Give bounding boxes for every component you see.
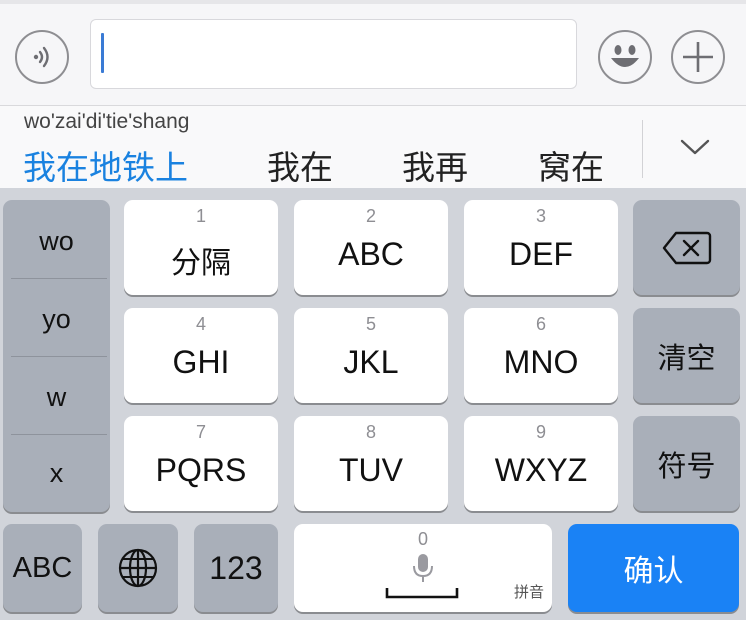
numbers-key-label: 123 [209, 549, 263, 586]
confirm-button-label: 确认 [623, 554, 684, 589]
key-label: MNO [503, 344, 579, 380]
clear-key[interactable]: 清空 [633, 308, 740, 403]
key-number: 6 [535, 314, 546, 334]
voice-input-button[interactable] [15, 30, 69, 84]
add-button[interactable] [671, 30, 725, 84]
pinyin-suggestion[interactable]: yo [3, 280, 110, 358]
candidate-item[interactable]: 我再 [402, 141, 468, 189]
key-number: 2 [365, 206, 376, 226]
pinyin-suggestion[interactable]: w [3, 358, 110, 436]
message-text-field[interactable] [90, 19, 577, 89]
candidate-item[interactable]: 我在 [267, 141, 333, 189]
key-label: TUV [339, 452, 403, 488]
symbols-key[interactable]: 符号 [633, 416, 740, 511]
divider [11, 278, 107, 279]
voice-input-icon [33, 46, 49, 68]
pinyin-suggestion-column: wo yo w x [3, 200, 110, 512]
divider [11, 356, 107, 357]
key-number: 5 [365, 314, 376, 334]
emoji-icon [611, 45, 639, 67]
candidate-bar: wo'zai'di'tie'shang 我在地铁上 我在 我再 窝在 [0, 105, 746, 188]
abc-key[interactable]: ABC [3, 524, 82, 612]
expand-candidates-button[interactable] [643, 106, 746, 188]
key-number: 3 [535, 206, 546, 226]
space-key-label: 拼音 [513, 583, 544, 601]
key-8-tuv[interactable]: 8 TUV [294, 416, 448, 511]
emoji-button[interactable] [598, 30, 652, 84]
key-number: 1 [195, 206, 206, 226]
backspace-key[interactable] [633, 200, 740, 295]
microphone-icon [413, 554, 433, 582]
symbols-key-label: 符号 [657, 448, 716, 483]
key-1-separator[interactable]: 1 分隔 [124, 200, 278, 295]
chevron-down-icon [680, 139, 709, 155]
key-4-ghi[interactable]: 4 GHI [124, 308, 278, 403]
key-label: GHI [172, 344, 230, 380]
pinyin-suggestion[interactable]: wo [3, 202, 110, 280]
abc-key-label: ABC [12, 551, 73, 584]
key-number: 8 [365, 422, 376, 442]
space-bar-icon [385, 588, 459, 599]
key-label: JKL [343, 344, 399, 380]
key-label: PQRS [155, 452, 247, 488]
confirm-button[interactable]: 确认 [568, 524, 739, 612]
pinyin-composition: wo'zai'di'tie'shang [24, 110, 190, 133]
numbers-key[interactable]: 123 [194, 524, 278, 612]
key-7-pqrs[interactable]: 7 PQRS [124, 416, 278, 511]
key-5-jkl[interactable]: 5 JKL [294, 308, 448, 403]
key-label: DEF [509, 236, 573, 272]
globe-key[interactable] [98, 524, 178, 612]
key-2-abc[interactable]: 2 ABC [294, 200, 448, 295]
key-label: 分隔 [171, 246, 231, 281]
key-label: ABC [338, 236, 404, 272]
candidate-item[interactable]: 我在地铁上 [23, 141, 188, 189]
candidate-item[interactable]: 窝在 [538, 141, 604, 189]
globe-icon [118, 548, 158, 588]
key-number: 9 [535, 422, 546, 442]
key-number: 7 [195, 422, 206, 442]
text-caret [101, 33, 104, 73]
space-key[interactable]: 0 拼音 [294, 524, 552, 612]
backspace-icon [662, 231, 711, 264]
pinyin-suggestion[interactable]: x [3, 434, 110, 512]
key-label: WXYZ [494, 452, 588, 488]
key-3-def[interactable]: 3 DEF [464, 200, 618, 295]
message-input-bar [0, 0, 746, 105]
key-9-wxyz[interactable]: 9 WXYZ [464, 416, 618, 511]
plus-icon [683, 42, 713, 72]
key-number: 0 [417, 529, 428, 549]
key-6-mno[interactable]: 6 MNO [464, 308, 618, 403]
clear-key-label: 清空 [657, 340, 716, 375]
key-number: 4 [195, 314, 206, 334]
